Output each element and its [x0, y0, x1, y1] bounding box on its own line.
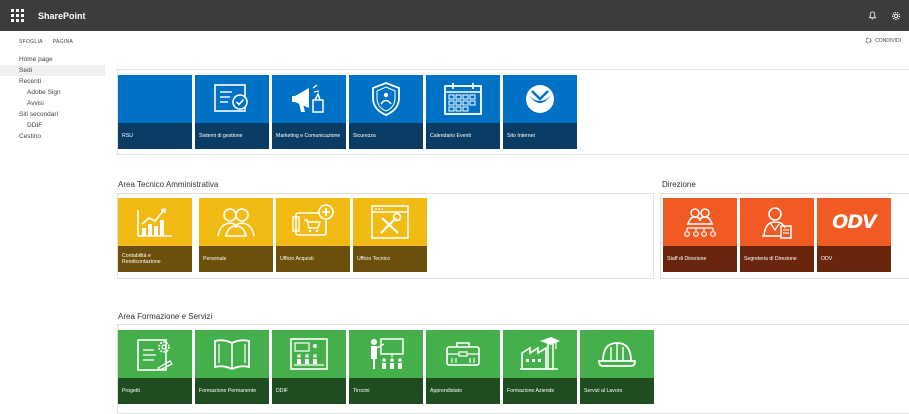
tile-label: Marketing e Comunicazione [276, 132, 341, 139]
tile-label: Sito Internet [507, 132, 535, 139]
tile-label: Calendario Eventi [430, 132, 471, 139]
section-title-tecnico: Area Tecnico Amministrativa [118, 180, 219, 189]
tile-label: Ufficio Acquisti [280, 255, 314, 262]
nav-item-sedi[interactable]: Sedi [0, 65, 105, 76]
tile-label: RSU [122, 132, 133, 139]
tile-ddif[interactable]: DDIF [272, 330, 346, 404]
tile-label: ODV [821, 255, 833, 262]
tile-label: Progetti [122, 387, 140, 394]
chart-icon [118, 198, 192, 246]
tile-marketing-e-comunicazione[interactable]: Marketing e Comunicazione [272, 75, 346, 149]
tile-label: Formazione Permanente [199, 387, 257, 394]
secretary-icon [740, 198, 814, 246]
globe-logo-icon [503, 75, 577, 123]
nav-item-ddif[interactable]: DDIF [0, 120, 105, 131]
nav-item-cestino[interactable]: Cestino [0, 131, 105, 142]
brand-title[interactable]: SharePoint [38, 11, 86, 21]
tile-ufficio-acquisti[interactable]: Ufficio Acquisti [276, 198, 350, 272]
tile-label: Ufficio Tecnico [357, 255, 391, 262]
blank-icon [118, 75, 192, 123]
project-icon [118, 330, 192, 378]
tile-label: Segreteria di Direzione [744, 255, 797, 262]
tile-personale[interactable]: Personale [199, 198, 273, 272]
tile-label: DDIF [276, 387, 289, 394]
calendar-icon [426, 75, 500, 123]
tile-label: Apprendistato [430, 387, 463, 394]
quick-launch-nav: Home page Sedi Recenti Adobe Sign Avvisi… [0, 54, 105, 142]
tab-pagina[interactable]: PAGINA [53, 39, 73, 45]
share-icon [865, 37, 872, 44]
nav-item-siti-secondari[interactable]: Siti secondari [0, 109, 105, 120]
tile-servizi-al-lavoro[interactable]: Servizi al Lavoro [580, 330, 654, 404]
nav-item-recenti[interactable]: Recenti [0, 76, 105, 87]
toolbox-icon [426, 330, 500, 378]
org-chart-icon [663, 198, 737, 246]
tile-sicurezza[interactable]: Sicurezza [349, 75, 423, 149]
classroom-icon [272, 330, 346, 378]
shield-icon [349, 75, 423, 123]
share-label: CONDIVIDI [875, 37, 901, 44]
share-button[interactable]: CONDIVIDI [865, 37, 901, 44]
certificate-icon [195, 75, 269, 123]
factory-icon [503, 330, 577, 378]
tile-label: Servizi al Lavoro [584, 387, 623, 394]
app-launcher-button[interactable] [0, 0, 34, 31]
tile-tirocini[interactable]: Tirocini [349, 330, 423, 404]
tile-rsu[interactable]: RSU [118, 75, 192, 149]
tile-progetti[interactable]: Progetti [118, 330, 192, 404]
tile-sito-internet[interactable]: Sito Internet [503, 75, 577, 149]
tile-odv[interactable]: ODV ODV [817, 198, 891, 272]
nav-item-adobe-sign[interactable]: Adobe Sign [0, 87, 105, 98]
tab-sfoglia[interactable]: SFOGLIA [19, 39, 43, 45]
suite-bar: SharePoint [0, 0, 909, 31]
odv-logo-text: ODV [832, 211, 877, 233]
waffle-icon [10, 9, 24, 22]
odv-logo-icon: ODV [817, 198, 891, 246]
tile-label: Personale [203, 255, 227, 262]
helmet-icon [580, 330, 654, 378]
tile-label: Sistemi di gestione [199, 132, 243, 139]
tile-staff-di-direzione[interactable]: Staff di Direzione [663, 198, 737, 272]
tile-formazione-permanente[interactable]: Formazione Permanente [195, 330, 269, 404]
gear-icon[interactable] [891, 11, 901, 21]
command-bar: SFOGLIA PAGINA CONDIVIDI [0, 37, 909, 53]
nav-item-home[interactable]: Home page [0, 54, 105, 65]
tools-icon [353, 198, 427, 246]
tile-sistemi-di-gestione[interactable]: Sistemi di gestione [195, 75, 269, 149]
tile-segreteria-di-direzione[interactable]: Segreteria di Direzione [740, 198, 814, 272]
tile-label: Formazione Aziende [507, 387, 555, 394]
tile-calendario-eventi[interactable]: Calendario Eventi [426, 75, 500, 149]
tile-apprendistato[interactable]: Apprendistato [426, 330, 500, 404]
tile-label: Contabilità e Rendicontazione [122, 252, 161, 266]
tile-label: Sicurezza [353, 132, 376, 139]
section-title-formazione: Area Formazione e Servizi [118, 312, 213, 321]
tile-ufficio-tecnico[interactable]: Ufficio Tecnico [353, 198, 427, 272]
tile-label: Staff di Direzione [667, 255, 707, 262]
book-icon [195, 330, 269, 378]
bell-icon[interactable] [868, 11, 877, 20]
presentation-icon [349, 330, 423, 378]
people-icon [199, 198, 273, 246]
tile-formazione-aziende[interactable]: Formazione Aziende [503, 330, 577, 404]
section-title-direzione: Direzione [662, 180, 696, 189]
cart-icon [276, 198, 350, 246]
tile-contabilita[interactable]: Contabilità e Rendicontazione [118, 198, 192, 272]
nav-item-avvisi[interactable]: Avvisi [0, 98, 105, 109]
megaphone-icon [272, 75, 346, 123]
tile-label: Tirocini [353, 387, 370, 394]
